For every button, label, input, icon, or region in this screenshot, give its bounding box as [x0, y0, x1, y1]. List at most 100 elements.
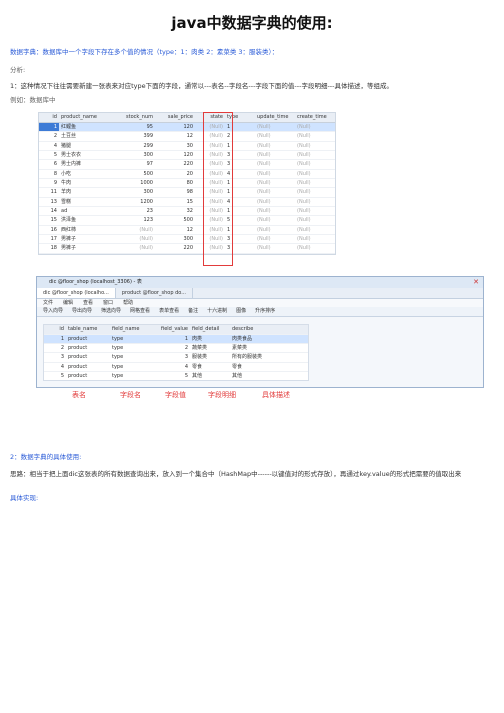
- table-cell[interactable]: 雪糕: [59, 198, 111, 206]
- column-header-product-name[interactable]: product_name: [59, 113, 111, 122]
- table-cell[interactable]: (Null): [295, 179, 335, 187]
- column-header-update-time[interactable]: update_time: [255, 113, 295, 122]
- table-cell[interactable]: 12: [155, 226, 195, 234]
- table-cell[interactable]: 95: [111, 123, 155, 131]
- table-cell[interactable]: type: [110, 363, 150, 371]
- table-cell[interactable]: (Null): [295, 132, 335, 140]
- table-cell[interactable]: 蔬菜类: [190, 344, 230, 352]
- table-cell[interactable]: type: [110, 372, 150, 380]
- table-cell[interactable]: 120: [155, 151, 195, 159]
- filter-wizard-button[interactable]: 筛选向导: [101, 307, 121, 316]
- table-cell[interactable]: (Null): [255, 179, 295, 187]
- image-button[interactable]: 图像: [236, 307, 246, 316]
- table-cell[interactable]: 6: [39, 160, 59, 168]
- table-cell[interactable]: (Null): [111, 235, 155, 243]
- table-cell[interactable]: 500: [111, 170, 155, 178]
- table-cell[interactable]: 羊肉: [59, 188, 111, 196]
- table-cell[interactable]: 1: [150, 335, 190, 343]
- table-cell[interactable]: type: [110, 335, 150, 343]
- table-cell[interactable]: 肉类: [190, 335, 230, 343]
- table-cell[interactable]: (Null): [255, 226, 295, 234]
- table-cell[interactable]: 220: [155, 244, 195, 252]
- table-row[interactable]: 2 product type 2 蔬菜类 素菜类: [44, 343, 308, 352]
- table-row[interactable]: 4 product type 4 零食 零食: [44, 361, 308, 371]
- tab-dic[interactable]: dic @floor_shop (localho...: [37, 288, 116, 298]
- memo-button[interactable]: 备注: [188, 307, 198, 316]
- table-row[interactable]: 9 牛肉 1000 80 (Null) 1 (Null) (Null): [39, 179, 335, 189]
- table-cell[interactable]: (Null): [255, 207, 295, 215]
- table-cell[interactable]: 5: [39, 151, 59, 159]
- column-header-id[interactable]: id: [44, 325, 66, 334]
- sort-asc-button[interactable]: 升序排序: [255, 307, 275, 316]
- table-cell[interactable]: (Null): [255, 198, 295, 206]
- column-header-describe[interactable]: describe: [230, 325, 270, 334]
- table-cell[interactable]: type: [110, 353, 150, 361]
- table-cell[interactable]: product: [66, 353, 110, 361]
- table-cell[interactable]: (Null): [255, 151, 295, 159]
- column-header-sale-price[interactable]: sale_price: [155, 113, 195, 122]
- table-cell[interactable]: 小吃: [59, 170, 111, 178]
- table-cell[interactable]: 零食: [190, 363, 230, 371]
- table-row[interactable]: 5 男士衣衣 300 120 (Null) 3 (Null) (Null): [39, 151, 335, 161]
- table-cell[interactable]: 牛肉: [59, 179, 111, 187]
- table-cell[interactable]: 14: [39, 207, 59, 215]
- table-cell[interactable]: 洪泽鱼: [59, 216, 111, 224]
- table-cell[interactable]: 3: [44, 353, 66, 361]
- table-cell[interactable]: (Null): [295, 207, 335, 215]
- table-cell[interactable]: 其他: [190, 372, 230, 380]
- table-cell[interactable]: (Null): [255, 123, 295, 131]
- table-cell[interactable]: 220: [155, 160, 195, 168]
- table-cell[interactable]: 红鲤鱼: [59, 123, 111, 131]
- table-cell[interactable]: ad: [59, 207, 111, 215]
- column-header-table-name[interactable]: table_name: [66, 325, 110, 334]
- table-cell[interactable]: 123: [111, 216, 155, 224]
- table-cell[interactable]: 猪腿: [59, 142, 111, 150]
- table-row[interactable]: 6 男士内裤 97 220 (Null) 3 (Null) (Null): [39, 160, 335, 170]
- table-cell[interactable]: (Null): [295, 235, 335, 243]
- table-cell[interactable]: (Null): [295, 151, 335, 159]
- table-cell[interactable]: (Null): [295, 226, 335, 234]
- table-cell[interactable]: (Null): [295, 198, 335, 206]
- tab-product[interactable]: product @floor_shop do...: [116, 288, 193, 298]
- table-cell[interactable]: 素菜类: [230, 344, 270, 352]
- column-header-field-value[interactable]: field_value: [150, 325, 190, 334]
- table-cell[interactable]: 男裤子: [59, 244, 111, 252]
- table-cell[interactable]: 男裤子: [59, 235, 111, 243]
- hex-button[interactable]: 十六进制: [207, 307, 227, 316]
- table-cell[interactable]: (Null): [295, 170, 335, 178]
- table-cell[interactable]: 80: [155, 179, 195, 187]
- import-wizard-button[interactable]: 导入向导: [43, 307, 63, 316]
- table-row[interactable]: 3 product type 3 服装类 所有的服装类: [44, 352, 308, 361]
- table-cell[interactable]: 8: [39, 170, 59, 178]
- table-cell[interactable]: (Null): [255, 188, 295, 196]
- menu-window[interactable]: 窗口: [103, 299, 113, 307]
- table-cell[interactable]: (Null): [255, 160, 295, 168]
- table-cell[interactable]: 300: [155, 235, 195, 243]
- table-cell[interactable]: 3: [150, 353, 190, 361]
- table-row[interactable]: 13 雪糕 1200 15 (Null) 4 (Null) (Null): [39, 198, 335, 208]
- table-cell[interactable]: 4: [44, 363, 66, 371]
- table-cell[interactable]: type: [110, 344, 150, 352]
- menu-edit[interactable]: 编辑: [63, 299, 73, 307]
- table-row[interactable]: 1 红鲤鱼 95 120 (Null) 1 (Null) (Null): [39, 123, 335, 133]
- table-cell[interactable]: 20: [155, 170, 195, 178]
- table-cell[interactable]: 399: [111, 132, 155, 140]
- table-cell[interactable]: 西红柿: [59, 226, 111, 234]
- table-cell[interactable]: 土豆丝: [59, 132, 111, 140]
- table-cell[interactable]: 32: [155, 207, 195, 215]
- table-cell[interactable]: 1000: [111, 179, 155, 187]
- table-cell[interactable]: 男士衣衣: [59, 151, 111, 159]
- table-cell[interactable]: 120: [155, 123, 195, 131]
- table-cell[interactable]: (Null): [111, 226, 155, 234]
- table-cell[interactable]: 16: [39, 226, 59, 234]
- table-row[interactable]: 11 羊肉 300 98 (Null) 1 (Null) (Null): [39, 188, 335, 198]
- table-cell[interactable]: (Null): [255, 142, 295, 150]
- table-cell[interactable]: (Null): [255, 216, 295, 224]
- menu-help[interactable]: 帮助: [123, 299, 133, 307]
- table-cell[interactable]: 男士内裤: [59, 160, 111, 168]
- table-cell[interactable]: product: [66, 335, 110, 343]
- table-row[interactable]: 8 小吃 500 20 (Null) 4 (Null) (Null): [39, 170, 335, 180]
- table-cell[interactable]: 2: [44, 344, 66, 352]
- column-header-create-time[interactable]: create_time: [295, 113, 335, 122]
- table-cell[interactable]: 服装类: [190, 353, 230, 361]
